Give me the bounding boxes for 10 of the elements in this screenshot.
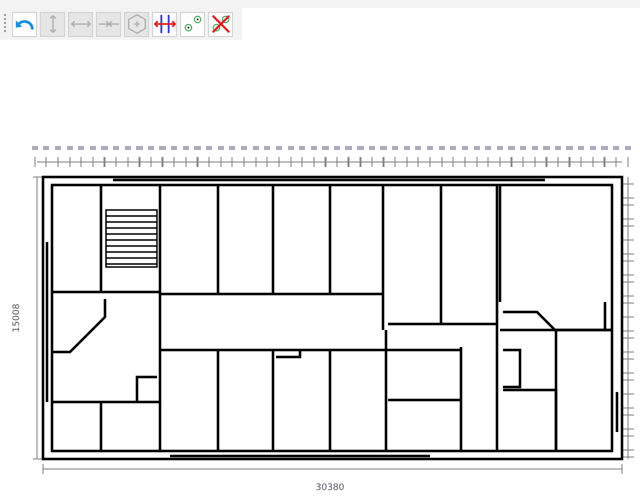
clear-button[interactable] <box>208 12 233 36</box>
height-dimension-label: 15008 <box>12 304 22 332</box>
vertical-icon <box>48 13 56 35</box>
cross-icon <box>154 13 176 35</box>
width-dimension-label: 30380 <box>316 483 344 493</box>
cross-button[interactable] <box>152 12 177 36</box>
undo-button[interactable] <box>12 12 37 36</box>
points-button[interactable] <box>180 12 205 36</box>
clear-icon <box>210 13 232 35</box>
node-icon <box>126 13 148 35</box>
